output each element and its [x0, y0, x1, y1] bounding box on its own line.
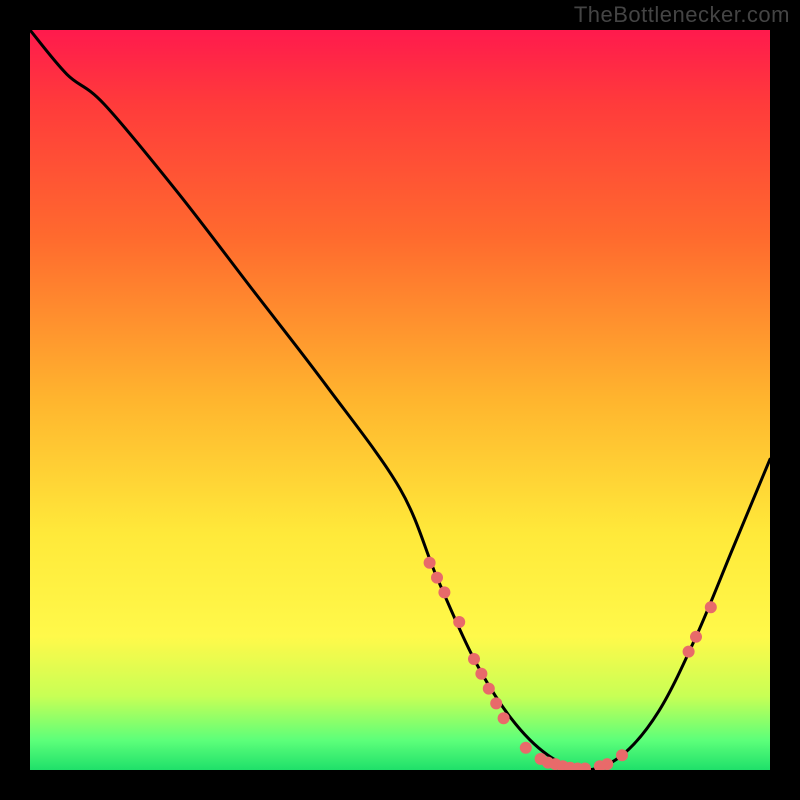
marker-dot	[498, 712, 510, 724]
plot-area	[30, 30, 770, 770]
marker-dot	[690, 631, 702, 643]
marker-dot	[705, 601, 717, 613]
marker-dot	[453, 616, 465, 628]
marker-dot	[601, 758, 613, 770]
marker-dot	[490, 697, 502, 709]
marker-dot	[483, 683, 495, 695]
curve-path	[30, 30, 770, 770]
marker-dot	[520, 742, 532, 754]
marker-dot	[438, 586, 450, 598]
marker-layer	[424, 557, 717, 770]
marker-dot	[683, 646, 695, 658]
chart-frame: TheBottlenecker.com	[0, 0, 800, 800]
marker-dot	[475, 668, 487, 680]
marker-dot	[468, 653, 480, 665]
chart-svg	[30, 30, 770, 770]
marker-dot	[616, 749, 628, 761]
marker-dot	[431, 572, 443, 584]
marker-dot	[424, 557, 436, 569]
watermark-text: TheBottlenecker.com	[574, 2, 790, 28]
